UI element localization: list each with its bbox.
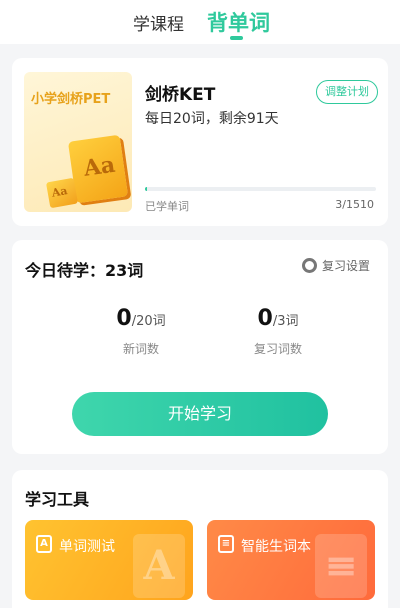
book-name: 剑桥KET xyxy=(145,85,216,105)
learned-progress-fill xyxy=(145,187,148,191)
new-words-stat: 0/20词 新词数 xyxy=(81,306,201,357)
book-illustration-icon: Aa xyxy=(67,134,129,204)
letter-a-decoration-icon: A xyxy=(133,534,185,598)
notebook-icon: ≡ xyxy=(218,535,234,553)
current-book-card[interactable]: 小学剑桥PET Aa Aa 剑桥KET 每日20词，剩余91天 调整计划 已学单… xyxy=(12,58,388,226)
review-words-stat: 0/3词 复习词数 xyxy=(218,306,338,357)
adjust-plan-button[interactable]: 调整计划 xyxy=(316,80,378,104)
today-pending-title: 今日待学：23词 xyxy=(25,261,144,280)
new-words-value: 0 xyxy=(116,306,132,331)
today-study-card: 今日待学：23词 复习设置 0/20词 新词数 0/3词 复习词数 开始学习 xyxy=(12,240,388,454)
review-settings-label: 复习设置 xyxy=(322,259,371,273)
top-tab-bar: 学课程 背单词 xyxy=(0,0,400,44)
new-words-label: 新词数 xyxy=(122,342,159,356)
word-test-tool[interactable]: A 单词测试 A xyxy=(25,520,193,600)
book-cover[interactable]: 小学剑桥PET Aa Aa xyxy=(24,72,132,212)
cover-title: 小学剑桥PET xyxy=(31,92,111,107)
active-tab-indicator xyxy=(230,36,243,40)
study-plan-text: 每日20词，剩余91天 xyxy=(145,111,279,127)
small-book-illustration-icon: Aa xyxy=(45,177,79,209)
tools-section-title: 学习工具 xyxy=(25,490,90,509)
review-words-total: /3词 xyxy=(272,314,299,329)
cover-glyph-big: Aa xyxy=(82,151,117,182)
word-test-label: 单词测试 xyxy=(59,539,115,555)
smart-vocab-book-label: 智能生词本 xyxy=(241,539,311,555)
review-settings-button[interactable]: 复习设置 xyxy=(302,257,370,277)
gear-icon xyxy=(302,258,317,273)
start-learning-button[interactable]: 开始学习 xyxy=(72,392,328,436)
learning-tools-card: 学习工具 A 单词测试 A ≡ 智能生词本 ≡ xyxy=(12,470,388,608)
tab-courses[interactable]: 学课程 xyxy=(133,10,184,35)
notebook-decoration-icon: ≡ xyxy=(315,534,367,598)
learned-words-count: 3/1510 xyxy=(335,198,374,211)
tab-vocabulary[interactable]: 背单词 xyxy=(207,7,270,37)
new-words-total: /20词 xyxy=(131,314,166,329)
smart-vocab-book-tool[interactable]: ≡ 智能生词本 ≡ xyxy=(207,520,375,600)
learned-words-label: 已学单词 xyxy=(145,200,189,213)
cover-glyph-small: Aa xyxy=(50,184,69,200)
letter-a-icon: A xyxy=(36,535,52,553)
learned-progress-bar xyxy=(145,187,376,191)
review-words-value: 0 xyxy=(257,306,273,331)
review-words-label: 复习词数 xyxy=(253,342,302,356)
